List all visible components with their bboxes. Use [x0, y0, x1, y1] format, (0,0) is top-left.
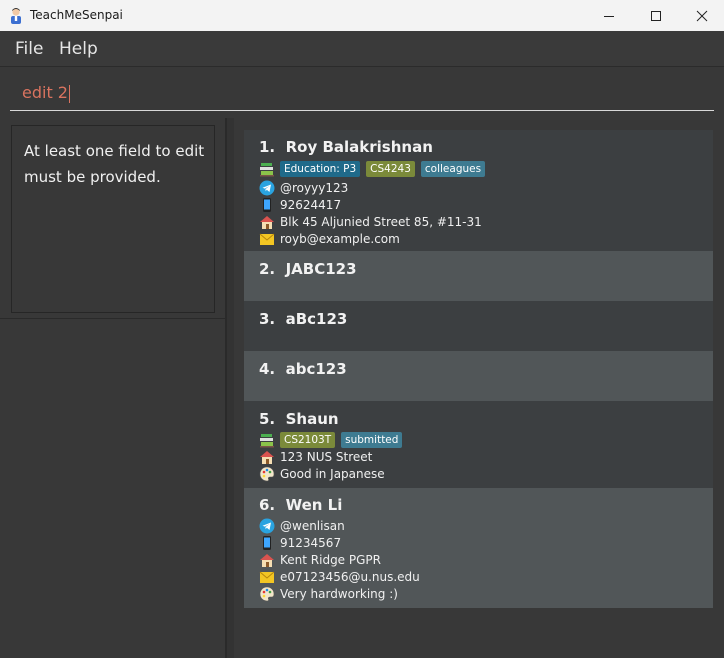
minimize-button[interactable] — [586, 0, 632, 31]
tag-badge: submitted — [341, 432, 403, 448]
tag-badge: colleagues — [420, 161, 486, 177]
student-name: 3. aBc123 — [259, 310, 348, 328]
education-row: CS2103T submitted — [259, 432, 408, 448]
student-name: 6. Wen Li — [259, 496, 343, 514]
student-card[interactable]: 6. Wen Li @wenlisan 91234567 Kent Ridge … — [244, 488, 713, 608]
tag-badge: CS2103T — [280, 432, 336, 448]
maximize-button[interactable] — [633, 0, 679, 31]
student-card[interactable]: 4. abc123 — [244, 351, 713, 401]
student-name: 4. abc123 — [259, 360, 347, 378]
telegram-icon — [259, 518, 275, 534]
remark-row: Very hardworking :) — [259, 586, 398, 602]
left-divider — [0, 318, 225, 319]
result-display[interactable]: At least one field to edit must be provi… — [11, 125, 215, 313]
command-input[interactable]: edit 2 — [10, 76, 714, 111]
text-caret — [68, 84, 70, 103]
maximize-icon — [651, 10, 661, 21]
command-area: edit 2 — [0, 67, 724, 117]
student-name: 5. Shaun — [259, 410, 339, 428]
palette-icon — [259, 466, 275, 482]
email-icon — [259, 233, 275, 245]
student-card[interactable]: 2. JABC123 — [244, 251, 713, 301]
student-list[interactable]: 1. Roy Balakrishnan Education: P3 CS4243… — [234, 118, 724, 658]
app-logo-icon — [11, 8, 21, 24]
phone-icon — [263, 198, 271, 212]
student-name: 2. JABC123 — [259, 260, 357, 278]
result-message: At least one field to edit must be provi… — [24, 142, 205, 186]
palette-icon — [259, 586, 275, 602]
phone-row: 91234567 — [259, 535, 341, 551]
address-row: Kent Ridge PGPR — [259, 552, 381, 568]
student-card[interactable]: 5. Shaun CS2103T submitted 123 NUS Stree… — [244, 401, 713, 488]
remark-text: Good in Japanese — [280, 467, 385, 481]
telegram-icon — [259, 180, 275, 196]
telegram-handle: @royyy123 — [280, 181, 349, 195]
phone-number: 92624417 — [280, 198, 342, 212]
command-text: edit 2 — [22, 83, 68, 102]
window-title: TeachMeSenpai — [30, 8, 123, 22]
menu-file[interactable]: File — [15, 39, 43, 59]
house-icon — [260, 216, 274, 229]
books-icon — [260, 163, 274, 177]
minimize-icon — [604, 15, 614, 17]
student-card[interactable]: 1. Roy Balakrishnan Education: P3 CS4243… — [244, 130, 713, 251]
telegram-row: @wenlisan — [259, 518, 345, 534]
student-card[interactable]: 3. aBc123 — [244, 301, 713, 351]
phone-number: 91234567 — [280, 536, 342, 550]
education-row: Education: P3 CS4243 colleagues — [259, 161, 491, 177]
email-row: royb@example.com — [259, 231, 400, 247]
phone-row: 92624417 — [259, 197, 341, 213]
remark-row: Good in Japanese — [259, 466, 385, 482]
email-row: e07123456@u.nus.edu — [259, 569, 420, 585]
tag-badge: Education: P3 — [280, 161, 361, 177]
title-bar: TeachMeSenpai — [0, 0, 724, 31]
address-text: Blk 45 Aljunied Street 85, #11-31 — [280, 215, 482, 229]
menu-bar: File Help — [0, 31, 724, 67]
student-name: 1. Roy Balakrishnan — [259, 138, 433, 156]
left-pane: At least one field to edit must be provi… — [0, 118, 226, 658]
tag-badge: CS4243 — [366, 161, 415, 177]
house-icon — [260, 554, 274, 567]
menu-help[interactable]: Help — [59, 39, 98, 59]
close-button[interactable] — [679, 0, 724, 31]
email-address: e07123456@u.nus.edu — [280, 570, 420, 584]
address-text: Kent Ridge PGPR — [280, 553, 381, 567]
address-row: Blk 45 Aljunied Street 85, #11-31 — [259, 214, 482, 230]
address-text: 123 NUS Street — [280, 450, 373, 464]
address-row: 123 NUS Street — [259, 449, 372, 465]
books-icon — [260, 434, 274, 448]
phone-icon — [263, 536, 271, 550]
house-icon — [260, 451, 274, 464]
remark-text: Very hardworking :) — [280, 587, 398, 601]
telegram-handle: @wenlisan — [280, 519, 345, 533]
telegram-row: @royyy123 — [259, 180, 348, 196]
close-icon — [696, 10, 708, 21]
email-icon — [259, 571, 275, 583]
email-address: royb@example.com — [280, 232, 400, 246]
